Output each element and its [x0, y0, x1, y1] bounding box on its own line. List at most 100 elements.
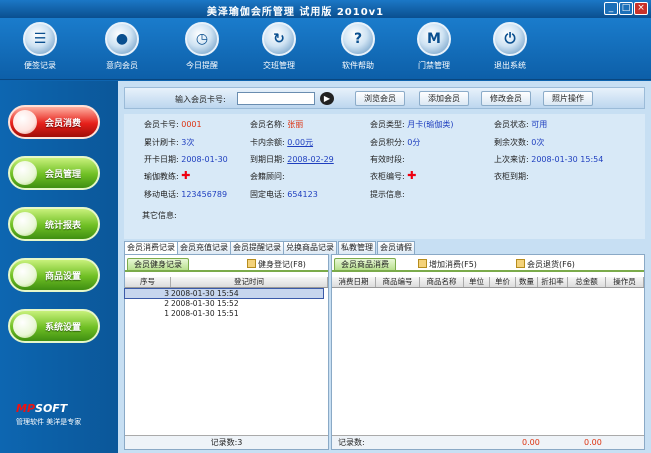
toolbar-access[interactable]: M 门禁管理 — [406, 22, 462, 71]
maximize-button[interactable]: □ — [619, 2, 633, 15]
add-consume-button[interactable]: 增加消费(F5) — [418, 259, 477, 270]
action-label: 健身登记(F8) — [258, 260, 306, 269]
member-info-panel: 会员卡号: 0001 会员名称: 张丽 会员类型: 月卡(瑜伽类) 会员状态: … — [124, 114, 645, 239]
phone-value: 654123 — [287, 190, 318, 199]
toolbar-label: 软件帮助 — [342, 61, 374, 70]
title-bar: 美泽瑜伽会所管理 试用版 2010v1 _ □ × — [0, 0, 651, 18]
window-title: 美泽瑜伽会所管理 试用版 2010v1 — [206, 7, 385, 18]
row-number: 1 — [164, 309, 169, 318]
field-label: 会籍顾问: — [250, 172, 285, 181]
field-label: 衣柜到期: — [494, 172, 529, 181]
row-number: 2 — [164, 299, 169, 308]
sidebar: 会员消费 会员管理 统计报表 商品设置 系统设置 — [0, 81, 118, 453]
logo-mark: MP — [16, 402, 36, 415]
bullet-icon — [13, 110, 37, 134]
field-label: 衣柜编号: — [370, 172, 405, 181]
toolbar-label: 便签记录 — [24, 61, 56, 70]
mobile-value: 123456789 — [181, 190, 228, 199]
expire-date-value[interactable]: 2008-02-29 — [287, 155, 334, 164]
return-goods-button[interactable]: 会员退货(F6) — [516, 259, 575, 270]
toolbar-label: 门禁管理 — [418, 61, 450, 70]
power-icon: ⏻ — [493, 22, 527, 56]
tab-product-consume[interactable]: 会员商品消费 — [334, 258, 396, 270]
record-count: 记录数: — [338, 438, 365, 447]
toolbar-reminders[interactable]: ◷ 今日提醒 — [174, 22, 230, 71]
total-amount: 0.00 — [584, 438, 602, 447]
member-type-value: 月卡(瑜伽类) — [407, 120, 454, 129]
app-window: 美泽瑜伽会所管理 试用版 2010v1 _ □ × ☰ 便签记录 ● 意向会员 ◷ 今… — [0, 0, 651, 453]
row-number: 3 — [164, 289, 169, 298]
column-header: 序号 — [125, 277, 171, 287]
sidebar-item-label: 会员消费 — [44, 118, 81, 129]
field-label: 会员状态: — [494, 120, 529, 129]
balance-value[interactable]: 0.00元 — [287, 138, 313, 147]
sidebar-item-reports[interactable]: 统计报表 — [8, 207, 100, 241]
member-status-value: 可用 — [531, 120, 548, 129]
field-label: 有效时段: — [370, 155, 405, 164]
field-label: 其它信息: — [142, 211, 177, 220]
action-label: 会员退货(F6) — [527, 260, 575, 269]
close-button[interactable]: × — [634, 2, 648, 15]
card-number-value: 0001 — [181, 120, 202, 129]
total-swipes-value: 3次 — [181, 138, 195, 147]
card-input-label: 输入会员卡号: — [175, 95, 226, 104]
bullet-icon — [13, 161, 37, 185]
add-member-button[interactable]: 添加会员 — [419, 91, 469, 106]
tab-leave[interactable]: 会员请假 — [377, 241, 415, 254]
column-header: 单位 — [464, 277, 490, 287]
help-icon: ? — [341, 22, 375, 56]
field-label: 累计刷卡: — [144, 138, 179, 147]
add-locker-icon[interactable]: ✚ — [407, 170, 416, 181]
add-icon — [418, 259, 427, 268]
edit-icon — [247, 259, 256, 268]
sidebar-item-settings[interactable]: 系统设置 — [8, 309, 100, 343]
sidebar-item-products[interactable]: 商品设置 — [8, 258, 100, 292]
fitness-record-panel: 会员健身记录 健身登记(F8) 序号 登记时间 3 2008-01-30 15:5… — [124, 254, 329, 450]
edit-member-button[interactable]: 修改会员 — [481, 91, 531, 106]
go-icon[interactable]: ▶ — [320, 92, 334, 105]
main-toolbar: ☰ 便签记录 ● 意向会员 ◷ 今日提醒 ↻ 交班管理 ? 软件帮助 M 门禁管理 ⏻ 退出系… — [0, 18, 651, 80]
field-label: 会员积分: — [370, 138, 405, 147]
column-header: 消费日期 — [332, 277, 376, 287]
column-header: 数量 — [516, 277, 538, 287]
toolbar-exit[interactable]: ⏻ 退出系统 — [482, 22, 538, 71]
table-row[interactable]: 2 2008-01-30 15:52 — [125, 299, 323, 308]
clock-icon: ◷ — [185, 22, 219, 56]
column-header: 操作员 — [606, 277, 644, 287]
refresh-icon: ↻ — [262, 22, 296, 56]
product-footer: 记录数: 0.00 0.00 — [332, 435, 644, 449]
toolbar-notes[interactable]: ☰ 便签记录 — [12, 22, 68, 71]
fitness-register-button[interactable]: 健身登记(F8) — [247, 259, 306, 270]
toolbar-help[interactable]: ? 软件帮助 — [330, 22, 386, 71]
minimize-button[interactable]: _ — [604, 2, 618, 15]
toolbar-prospects[interactable]: ● 意向会员 — [94, 22, 150, 71]
sidebar-item-consume[interactable]: 会员消费 — [8, 105, 100, 139]
field-label: 会员卡号: — [144, 120, 179, 129]
total-amount: 0.00 — [522, 438, 540, 447]
tab-exchange-records[interactable]: 兑换商品记录 — [283, 241, 337, 254]
sidebar-item-members[interactable]: 会员管理 — [8, 156, 100, 190]
tab-private-coach[interactable]: 私教管理 — [338, 241, 376, 254]
tab-consume-records[interactable]: 会员消费记录 — [124, 241, 178, 254]
column-header: 单价 — [490, 277, 516, 287]
add-coach-icon[interactable]: ✚ — [181, 170, 190, 181]
toolbar-shift[interactable]: ↻ 交班管理 — [251, 22, 307, 71]
browse-members-button[interactable]: 浏览会员 — [355, 91, 405, 106]
open-date-value: 2008-01-30 — [181, 155, 228, 164]
table-row[interactable]: 1 2008-01-30 15:51 — [125, 309, 323, 318]
photo-button[interactable]: 照片操作 — [543, 91, 593, 106]
card-number-input[interactable] — [237, 92, 315, 105]
member-name-value: 张丽 — [287, 120, 304, 129]
sidebar-item-label: 商品设置 — [44, 271, 81, 282]
tab-fitness-records[interactable]: 会员健身记录 — [127, 258, 189, 270]
field-label: 瑜伽教练: — [144, 172, 179, 181]
table-header: 序号 登记时间 — [125, 277, 328, 288]
bullet-icon — [13, 314, 37, 338]
brand-logo: MPSOFT 管理软件 美洋是专家 — [16, 402, 81, 427]
table-row[interactable]: 3 2008-01-30 15:54 — [124, 288, 324, 299]
toolbar-label: 今日提醒 — [186, 61, 218, 70]
tab-recharge-records[interactable]: 会员充值记录 — [177, 241, 231, 254]
tab-reminder-records[interactable]: 会员提醒记录 — [230, 241, 284, 254]
field-label: 上次来访: — [494, 155, 529, 164]
toolbar-label: 退出系统 — [494, 61, 526, 70]
